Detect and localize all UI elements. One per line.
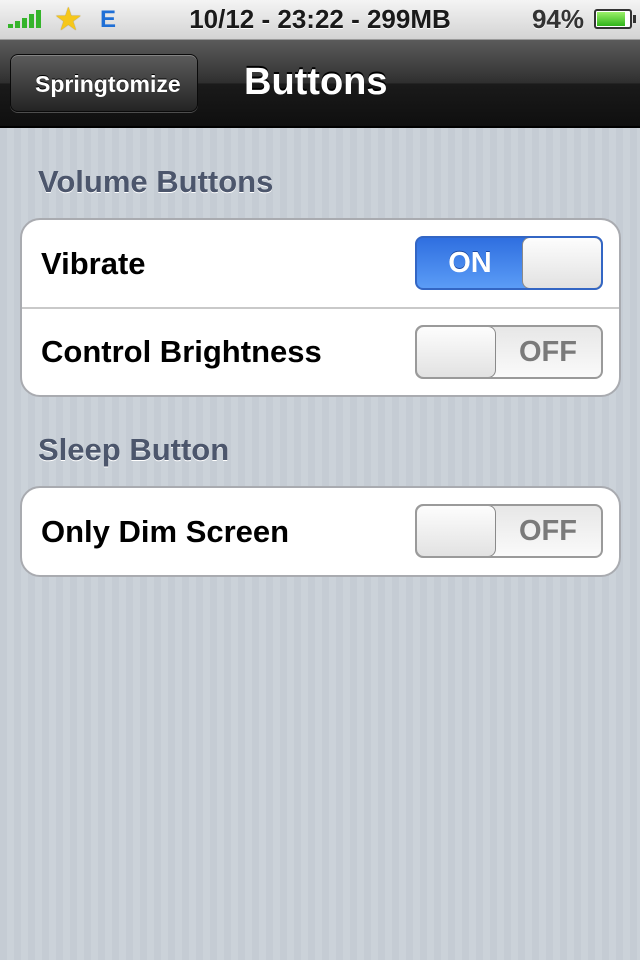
only-dim-screen-switch[interactable]: OFF xyxy=(415,504,603,558)
control-brightness-switch[interactable]: OFF xyxy=(415,325,603,379)
settings-group-volume-buttons: Vibrate ON Control Brightness OFF xyxy=(20,218,621,397)
switch-text: OFF xyxy=(519,514,577,547)
status-bar: ★ E 10/12 - 23:22 - 299MB 94% xyxy=(0,0,640,40)
row-only-dim-screen: Only Dim Screen OFF xyxy=(22,488,619,575)
switch-knob[interactable] xyxy=(522,238,601,288)
row-vibrate: Vibrate ON xyxy=(22,220,619,307)
row-control-brightness: Control Brightness OFF xyxy=(22,307,619,395)
section-header-sleep-button: Sleep Button xyxy=(38,432,230,467)
battery-icon xyxy=(594,9,636,29)
section-header-volume-buttons: Volume Buttons xyxy=(38,164,274,199)
back-button[interactable]: Springtomize xyxy=(10,54,198,112)
navigation-bar: Springtomize Buttons xyxy=(0,40,640,128)
page-title: Buttons xyxy=(244,61,388,103)
switch-text: OFF xyxy=(519,335,577,368)
switch-knob[interactable] xyxy=(417,327,496,377)
vibrate-switch[interactable]: ON xyxy=(415,236,603,290)
battery-percent: 94% xyxy=(531,4,584,34)
switch-text: ON xyxy=(448,246,492,279)
row-label: Only Dim Screen xyxy=(41,513,290,549)
switch-knob[interactable] xyxy=(417,506,496,556)
battery-fill xyxy=(597,12,625,26)
row-label: Vibrate xyxy=(41,245,146,281)
settings-group-sleep-button: Only Dim Screen OFF xyxy=(20,486,621,577)
row-label: Control Brightness xyxy=(41,334,322,369)
